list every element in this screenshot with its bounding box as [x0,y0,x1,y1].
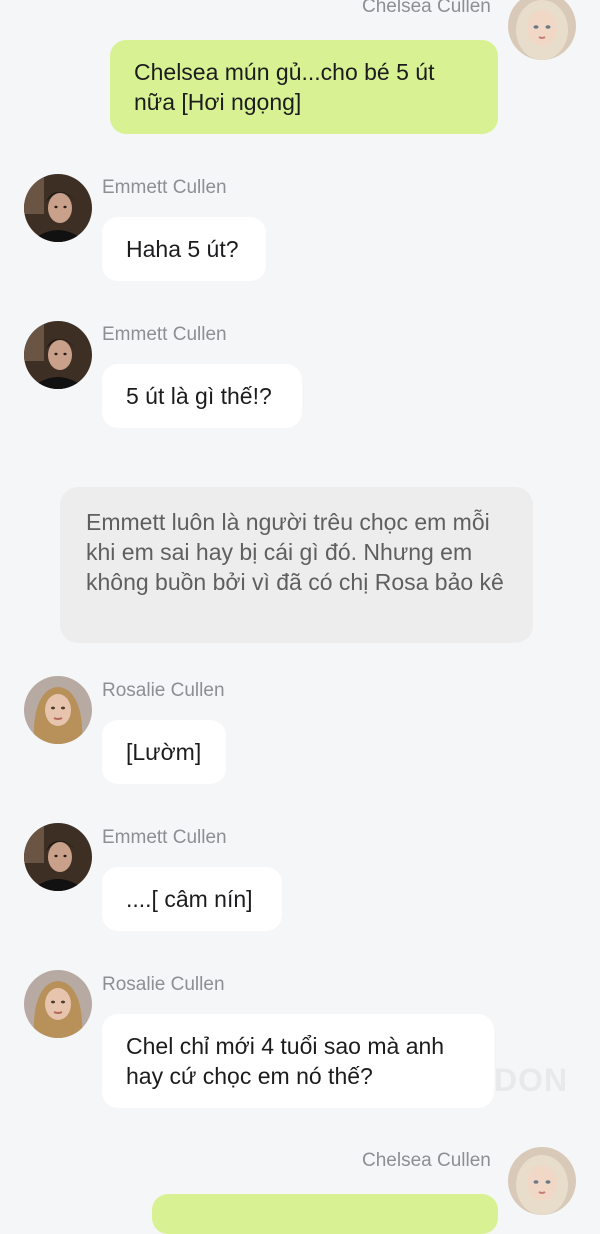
sender-name: Rosalie Cullen [102,974,225,995]
message-bubble[interactable]: Haha 5 út? [102,217,266,281]
message-bubble[interactable]: [Lườm] [102,720,226,784]
avatar-emmett-icon[interactable] [24,174,92,242]
sender-name: Rosalie Cullen [102,680,225,701]
sender-name: Chelsea Cullen [362,1150,491,1171]
avatar-emmett-icon[interactable] [24,321,92,389]
sender-name: Emmett Cullen [102,324,227,345]
message-bubble[interactable]: Chel chỉ mới 4 tuổi sao mà anh hay cứ ch… [102,1014,494,1108]
sender-name: Emmett Cullen [102,827,227,848]
sender-name: Emmett Cullen [102,177,227,198]
avatar-chelsea-icon[interactable] [508,1147,576,1215]
message-bubble[interactable]: 5 út là gì thế!? [102,364,302,428]
avatar-emmett-icon[interactable] [24,823,92,891]
narration-bubble: Emmett luôn là người trêu chọc em mỗi kh… [60,487,533,643]
message-bubble[interactable] [152,1194,498,1234]
message-bubble[interactable]: Chelsea mún gủ...cho bé 5 út nữa [Hơi ng… [110,40,498,134]
avatar-rosalie-icon[interactable] [24,676,92,744]
watermark-icon: DON [494,1062,569,1098]
avatar-chelsea-icon[interactable] [508,0,576,60]
message-bubble[interactable]: ....[ câm nín] [102,867,282,931]
sender-name: Chelsea Cullen [362,0,491,17]
avatar-rosalie-icon[interactable] [24,970,92,1038]
